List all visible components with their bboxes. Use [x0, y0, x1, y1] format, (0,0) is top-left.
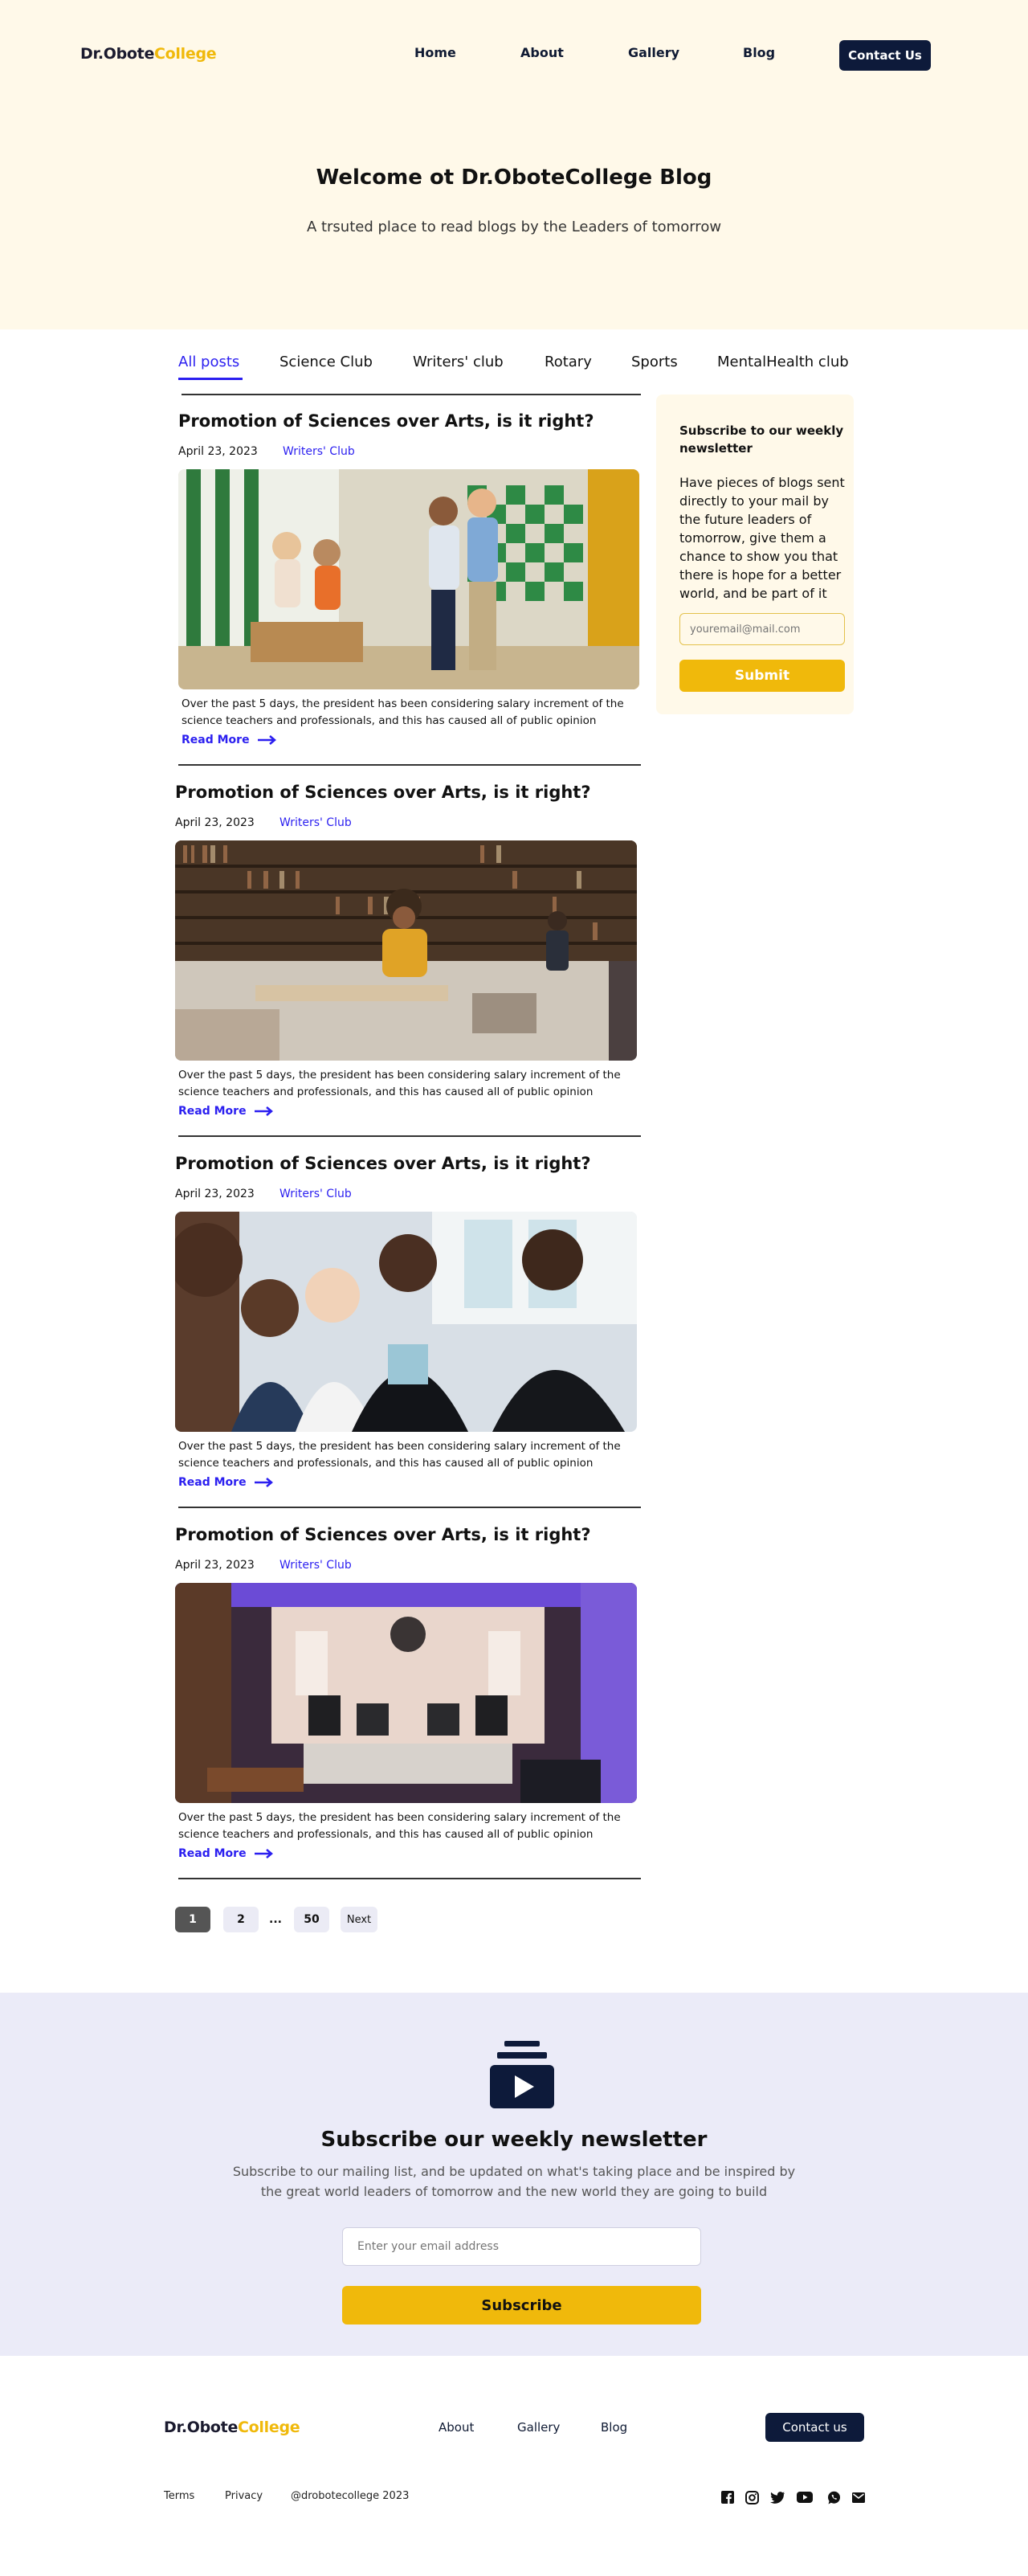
footer-copyright: @drobotecollege 2023: [291, 2490, 410, 2502]
next-page-button[interactable]: Next: [341, 1907, 377, 1932]
page-subtitle: A trsuted place to read blogs by the Lea…: [306, 219, 722, 235]
post-image-classroom[interactable]: [178, 469, 639, 689]
page-button-1[interactable]: 1: [175, 1907, 210, 1932]
post-excerpt: Over the past 5 days, the president has …: [178, 1069, 621, 1098]
subscribe-button[interactable]: Subscribe: [342, 2286, 701, 2325]
read-more-link[interactable]: Read More: [178, 1847, 274, 1860]
post-divider: [178, 1507, 641, 1508]
read-more-link[interactable]: Read More: [182, 734, 277, 746]
whatsapp-icon[interactable]: [826, 2489, 842, 2505]
facebook-icon[interactable]: [720, 2489, 736, 2505]
sidebar-email-input[interactable]: [679, 613, 845, 645]
nav-home[interactable]: Home: [414, 45, 456, 60]
site-logo[interactable]: Dr.OboteCollege: [80, 45, 217, 63]
footer-terms-link[interactable]: Terms: [164, 2490, 194, 2502]
post-excerpt: Over the past 5 days, the president has …: [182, 697, 624, 727]
post-date: April 23, 2023: [178, 445, 258, 458]
post-divider: [178, 764, 641, 766]
arrow-right-icon: [257, 735, 276, 745]
youtube-icon[interactable]: [797, 2489, 813, 2505]
newsletter-title: Subscribe our weekly newsletter: [320, 2128, 708, 2152]
footer-nav-blog[interactable]: Blog: [601, 2420, 627, 2435]
tab-all-posts[interactable]: All posts: [178, 354, 239, 370]
tab-writers-club[interactable]: Writers' club: [413, 354, 504, 370]
sidebar-submit-button[interactable]: Submit: [679, 660, 845, 692]
nav-about[interactable]: About: [520, 45, 564, 60]
footer-logo[interactable]: Dr.OboteCollege: [164, 2419, 300, 2436]
post-category-link[interactable]: Writers' Club: [279, 816, 352, 829]
footer-nav-about[interactable]: About: [439, 2420, 474, 2435]
footer-nav-gallery[interactable]: Gallery: [517, 2420, 560, 2435]
tab-science-club[interactable]: Science Club: [279, 354, 373, 370]
footer-contact-button[interactable]: Contact us: [765, 2413, 864, 2442]
post-title[interactable]: Promotion of Sciences over Arts, is it r…: [175, 783, 591, 802]
read-more-label: Read More: [182, 734, 250, 746]
post-excerpt: Over the past 5 days, the president has …: [178, 1811, 621, 1841]
newsletter-email-input[interactable]: [342, 2227, 701, 2266]
read-more-label: Read More: [178, 1105, 247, 1118]
logo-text-primary: Dr.Obote: [80, 45, 155, 63]
footer-privacy-link[interactable]: Privacy: [225, 2490, 263, 2502]
newsletter-video-icon: [490, 2041, 554, 2108]
page-button-2[interactable]: 2: [223, 1907, 259, 1932]
post-title[interactable]: Promotion of Sciences over Arts, is it r…: [175, 1525, 591, 1544]
post-date: April 23, 2023: [175, 816, 255, 829]
post-image-library[interactable]: [175, 840, 637, 1061]
active-tab-indicator: [178, 378, 243, 380]
sidebar-description: Have pieces of blogs sent directly to yo…: [679, 475, 845, 601]
page-title: Welcome ot Dr.ObotеCollege Blog: [316, 166, 712, 190]
post-category-link[interactable]: Writers' Club: [283, 445, 355, 458]
read-more-link[interactable]: Read More: [178, 1105, 274, 1118]
post-category-link[interactable]: Writers' Club: [279, 1559, 352, 1572]
logo-text-primary: Dr.Obote: [164, 2419, 239, 2436]
post-excerpt: Over the past 5 days, the president has …: [178, 1440, 621, 1470]
tab-rotary[interactable]: Rotary: [545, 354, 592, 370]
instagram-icon[interactable]: [744, 2489, 760, 2505]
post-category-link[interactable]: Writers' Club: [279, 1188, 352, 1200]
page-button-50[interactable]: 50: [294, 1907, 329, 1932]
sidebar-title: Subscribe to our weekly newsletter: [679, 423, 844, 456]
post-divider: [178, 1135, 641, 1137]
sidebar-newsletter-card: Subscribe to our weekly newsletter Have …: [656, 395, 854, 714]
pagination-ellipsis: ...: [269, 1913, 282, 1926]
nav-blog[interactable]: Blog: [743, 45, 775, 60]
read-more-link[interactable]: Read More: [178, 1476, 274, 1489]
post-image-students[interactable]: [175, 1212, 637, 1432]
tab-mentalhealth-club[interactable]: MentalHealth club: [717, 354, 849, 370]
post-divider: [178, 1878, 641, 1879]
mail-icon[interactable]: [851, 2489, 867, 2505]
contact-us-button[interactable]: Contact Us: [839, 40, 931, 71]
post-title[interactable]: Promotion of Sciences over Arts, is it r…: [175, 1154, 591, 1173]
arrow-right-icon: [254, 1478, 273, 1487]
twitter-icon[interactable]: [769, 2489, 785, 2505]
post-date: April 23, 2023: [175, 1188, 255, 1200]
read-more-label: Read More: [178, 1476, 247, 1489]
tab-sports[interactable]: Sports: [631, 354, 678, 370]
post-date: April 23, 2023: [175, 1559, 255, 1572]
post-image-studio[interactable]: [175, 1583, 637, 1803]
nav-gallery[interactable]: Gallery: [628, 45, 679, 60]
post-divider: [182, 394, 641, 395]
newsletter-subtitle: Subscribe to our mailing list, and be up…: [232, 2164, 796, 2199]
read-more-label: Read More: [178, 1847, 247, 1860]
post-title[interactable]: Promotion of Sciences over Arts, is it r…: [178, 411, 594, 431]
arrow-right-icon: [254, 1849, 273, 1858]
arrow-right-icon: [254, 1106, 273, 1116]
logo-text-accent: College: [154, 45, 217, 63]
logo-text-accent: College: [238, 2419, 300, 2436]
